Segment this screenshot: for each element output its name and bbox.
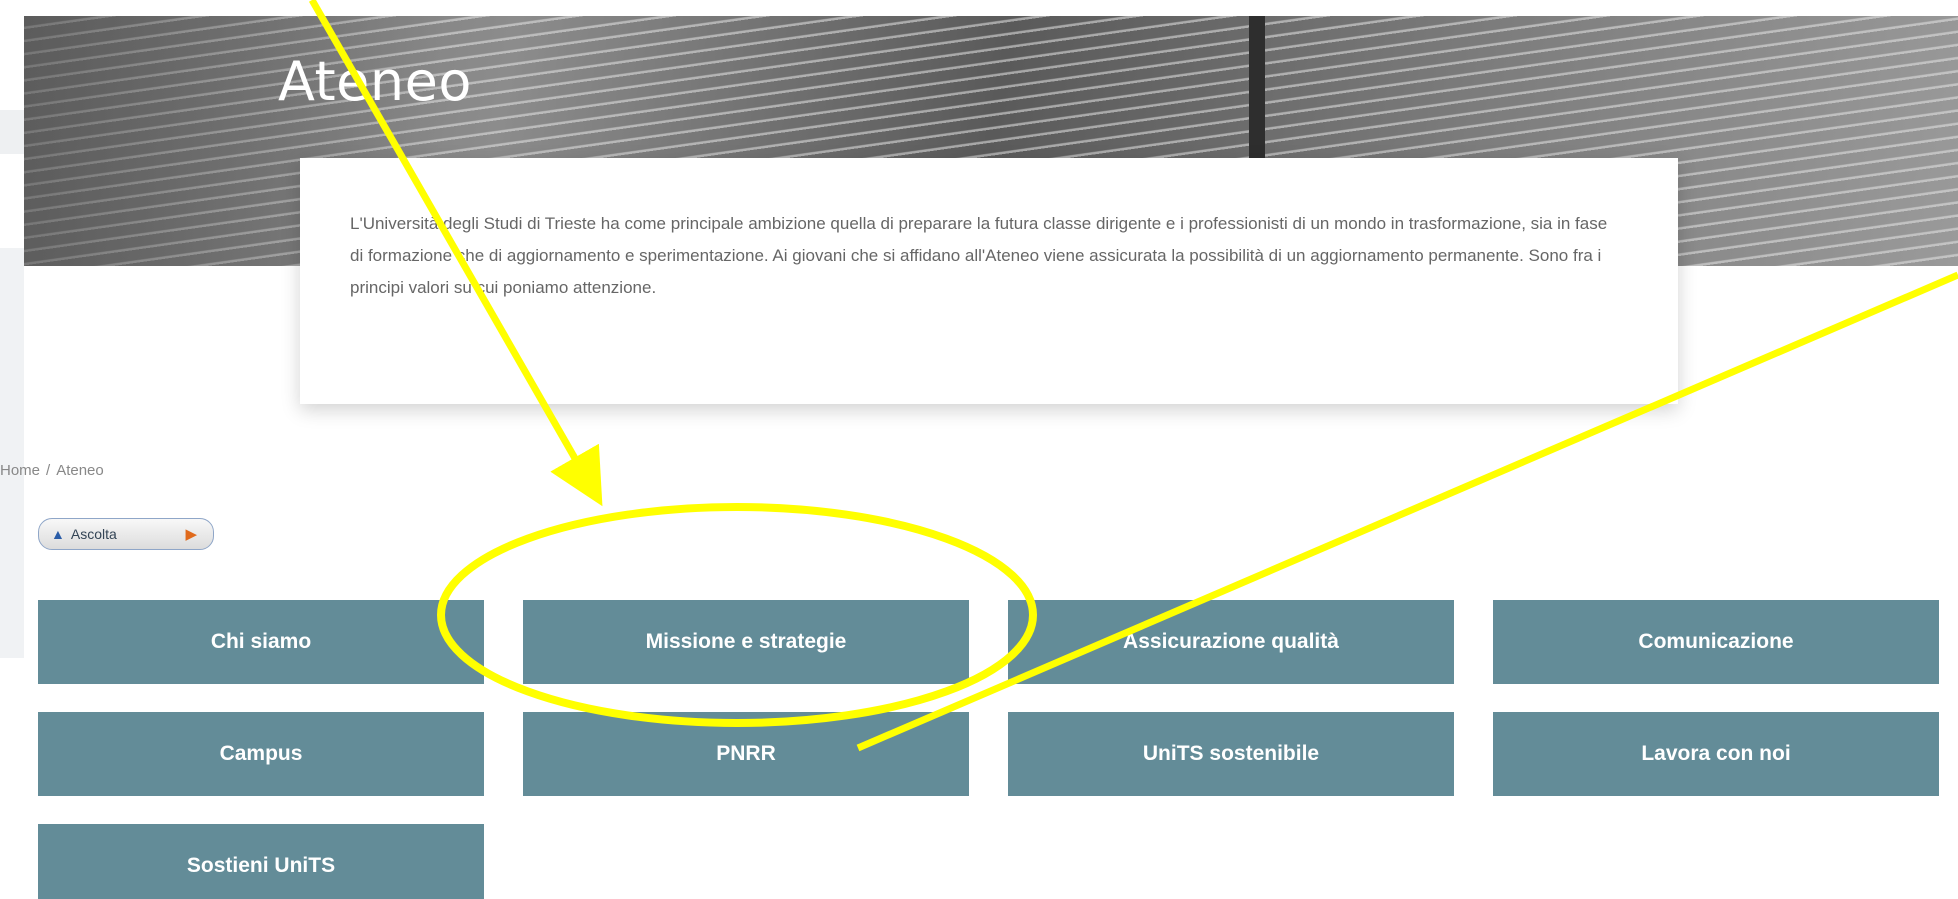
listen-button[interactable]: ▲ Ascolta ▶ [38,518,214,550]
breadcrumb-current: Ateneo [56,462,104,479]
intro-text: L'Università degli Studi di Trieste ha c… [350,214,1608,297]
breadcrumb-home-link[interactable]: Home [0,462,40,479]
sidebar-strip [0,248,24,658]
tile-comunicazione[interactable]: Comunicazione [1493,600,1939,684]
tile-units-sostenibile[interactable]: UniTS sostenibile [1008,712,1454,796]
breadcrumb-separator: / [46,462,51,479]
tile-sostieni-units[interactable]: Sostieni UniTS [38,824,484,899]
breadcrumb: Home / Ateneo [0,462,110,479]
intro-card: L'Università degli Studi di Trieste ha c… [300,158,1678,404]
listen-label: Ascolta [70,526,117,542]
tile-assicurazione-qualita[interactable]: Assicurazione qualità [1008,600,1454,684]
tile-campus[interactable]: Campus [38,712,484,796]
tile-chi-siamo[interactable]: Chi siamo [38,600,484,684]
play-icon: ▶ [185,526,197,543]
tile-lavora-con-noi[interactable]: Lavora con noi [1493,712,1939,796]
tile-missione-e-strategie[interactable]: Missione e strategie [523,600,969,684]
sidebar-strip-top [0,110,24,154]
tile-pnrr[interactable]: PNRR [523,712,969,796]
speaker-icon: ▲ [51,526,65,542]
section-tiles: Chi siamo Missione e strategie Assicuraz… [38,600,1958,899]
page: Ateneo L'Università degli Studi di Tries… [0,0,1958,899]
page-title: Ateneo [278,50,472,113]
